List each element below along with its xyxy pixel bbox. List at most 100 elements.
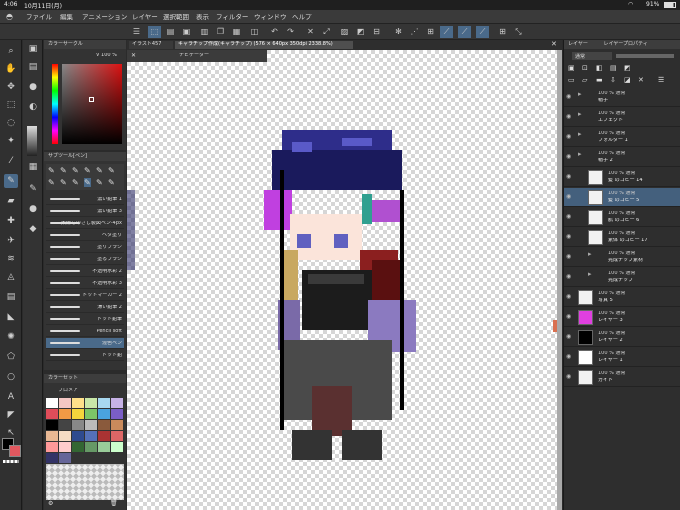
lasso-icon[interactable]: ◌ [4, 116, 18, 130]
transform-icon[interactable]: ⤢ [320, 26, 333, 38]
color-swatch[interactable] [111, 420, 123, 430]
color-swatch[interactable] [98, 420, 110, 430]
new-folder-icon[interactable]: ▬ [596, 76, 603, 84]
color-swatch[interactable] [98, 398, 110, 408]
eye-icon[interactable]: ◉ [566, 333, 574, 341]
layer-row[interactable]: ◉ 100 % 通常 レイヤー 2 [564, 328, 680, 347]
ruler-icon[interactable]: ⊞ [424, 26, 437, 38]
subtool-icon[interactable]: ▦ [26, 160, 40, 174]
pen-type-icon[interactable]: ✎ [96, 166, 103, 175]
layer-mask-add-icon[interactable]: ◪ [624, 76, 631, 84]
brush-item[interactable]: 塗りブラシ [46, 242, 124, 253]
color-swatch[interactable] [46, 409, 58, 419]
fill-icon[interactable]: ▨ [338, 26, 351, 38]
palette-delete-icon[interactable]: 🗑 [110, 500, 118, 507]
brush-item[interactable]: 濃い鉛筆 3 [46, 206, 124, 217]
redo-icon[interactable]: ↷ [284, 26, 297, 38]
copy-icon[interactable]: ❐ [214, 26, 227, 38]
menu-window[interactable]: ウィンドウ [254, 14, 287, 21]
eye-icon[interactable]: ◉ [566, 193, 574, 201]
eye-icon[interactable]: ◉ [566, 293, 574, 301]
layer-row[interactable]: ◉ ▸ 100 % 通常 フォルダー 1 [564, 128, 680, 147]
eye-icon[interactable]: ◉ [566, 373, 574, 381]
sub-color-swatch[interactable] [9, 445, 21, 457]
tool-property-icon[interactable]: ✎ [26, 182, 40, 196]
menu-selection[interactable]: 選択範囲 [163, 14, 189, 21]
paste-icon[interactable]: ▦ [230, 26, 243, 38]
color-swatch[interactable] [111, 442, 123, 452]
eye-icon[interactable]: ◉ [566, 93, 574, 101]
brush-item[interactable]: 塗るブラシ [46, 254, 124, 265]
eye-icon[interactable]: ◉ [566, 273, 574, 281]
pen-type-icon[interactable]: ✎ [48, 166, 55, 175]
color-picker-cursor[interactable] [89, 97, 94, 102]
undo-icon[interactable]: ↶ [268, 26, 281, 38]
hue-slider[interactable] [52, 64, 58, 144]
color-panel-tab[interactable]: カラーサークル [44, 40, 126, 49]
color-swatch[interactable] [59, 409, 71, 419]
blend-icon[interactable]: ≋ [4, 252, 18, 266]
menu-file[interactable]: ファイル [26, 14, 52, 21]
color-swatch[interactable] [46, 398, 58, 408]
doc-tab-1[interactable]: イラスト457 [129, 41, 173, 49]
expand-icon[interactable]: ⤡ [512, 26, 525, 38]
clear-icon[interactable]: ✕ [304, 26, 317, 38]
opacity-slider[interactable] [616, 54, 674, 58]
navigator-close-icon[interactable]: ✕ [131, 52, 136, 59]
layer-mask-icon[interactable]: ◩ [624, 64, 631, 72]
brush-size-icon[interactable]: ● [26, 80, 40, 94]
save-icon[interactable]: ▥ [198, 26, 211, 38]
pen-type-icon[interactable]: ✎ [60, 178, 67, 187]
pen-type-icon[interactable]: ✎ [108, 178, 115, 187]
layer-row[interactable]: ◉ ▸ 100 % 通常 帽子 2 [564, 148, 680, 167]
layer-row[interactable]: ◉ ▸ 100 % 通常 エフェクト [564, 108, 680, 127]
doc-tab-2[interactable]: キャラチップ作成(キャラチップ) (576 × 640px 350dpi 233… [175, 41, 353, 49]
eye-icon[interactable]: ◉ [566, 233, 574, 241]
pen-type-icon[interactable]: ✎ [72, 178, 79, 187]
zoom-icon[interactable]: ⌕ [4, 44, 18, 58]
blend-mode-select[interactable]: 通常 [572, 52, 612, 60]
brush-item[interactable]: ドット鉛筆 [46, 314, 124, 325]
color-swatch[interactable] [59, 442, 71, 452]
color-swatch[interactable] [111, 431, 123, 441]
pen-icon[interactable]: ✎ [4, 174, 18, 188]
color-swatch[interactable] [85, 409, 97, 419]
frame-icon[interactable]: ✺ [4, 330, 18, 344]
merge-down-icon[interactable]: ⇩ [610, 76, 616, 84]
layer-row[interactable]: ◉ 100 % 通常 写真 5 [564, 288, 680, 307]
snap-special-icon[interactable]: ⟋ [458, 26, 471, 38]
decoration-icon[interactable]: ✚ [4, 214, 18, 228]
palette-settings-icon[interactable]: ⚙ [48, 500, 53, 507]
navigator-overlay[interactable]: ✕ ナビゲーター [127, 50, 267, 62]
text-icon[interactable]: A [4, 390, 18, 404]
layer-row[interactable]: ◉ 100 % 通常肌 のコピー 6 [564, 208, 680, 227]
color-swatch[interactable] [59, 453, 71, 463]
material-icon[interactable]: ▤ [26, 60, 40, 74]
bucket-icon[interactable]: ◬ [4, 270, 18, 284]
shape-icon[interactable]: ⬠ [4, 350, 18, 364]
select-icon[interactable]: ⬚ [148, 26, 161, 38]
color-swatch[interactable] [111, 398, 123, 408]
brush-item[interactable]: ドットマーカー 2 [46, 290, 124, 301]
layer-row[interactable]: ◉ 100 % 通常髪 のコピー 14 [564, 168, 680, 187]
eyedropper-icon[interactable]: ⁄ [4, 154, 18, 168]
color-swatch[interactable] [85, 398, 97, 408]
deselect-icon[interactable]: ⊟ [370, 26, 383, 38]
color-swatch[interactable] [72, 420, 84, 430]
brush-item[interactable]: 濃い鉛筆 1 [46, 194, 124, 205]
layer-draft-icon[interactable]: ▤ [610, 64, 617, 72]
layer-menu-icon[interactable]: ☰ [658, 76, 664, 84]
layer-row[interactable]: ◉ 100 % 通常 素体 のコピー 17 [564, 228, 680, 247]
app-logo-icon[interactable]: ◓ [6, 12, 13, 21]
layer-tab[interactable]: レイヤー [568, 41, 588, 47]
grid-icon[interactable]: ⊞ [496, 26, 509, 38]
color-swatch[interactable] [85, 420, 97, 430]
color-square[interactable] [62, 64, 122, 144]
move-icon[interactable]: ✥ [4, 80, 18, 94]
pen-type-icon[interactable]: ✎ [108, 166, 115, 175]
eye-icon[interactable]: ◉ [566, 133, 574, 141]
brush-item[interactable]: ドット鉛 [46, 350, 124, 361]
layer-row[interactable]: ◉ 100 % 通常 ガイド [564, 368, 680, 387]
color-swatch[interactable] [46, 431, 58, 441]
color-swatch[interactable] [98, 431, 110, 441]
